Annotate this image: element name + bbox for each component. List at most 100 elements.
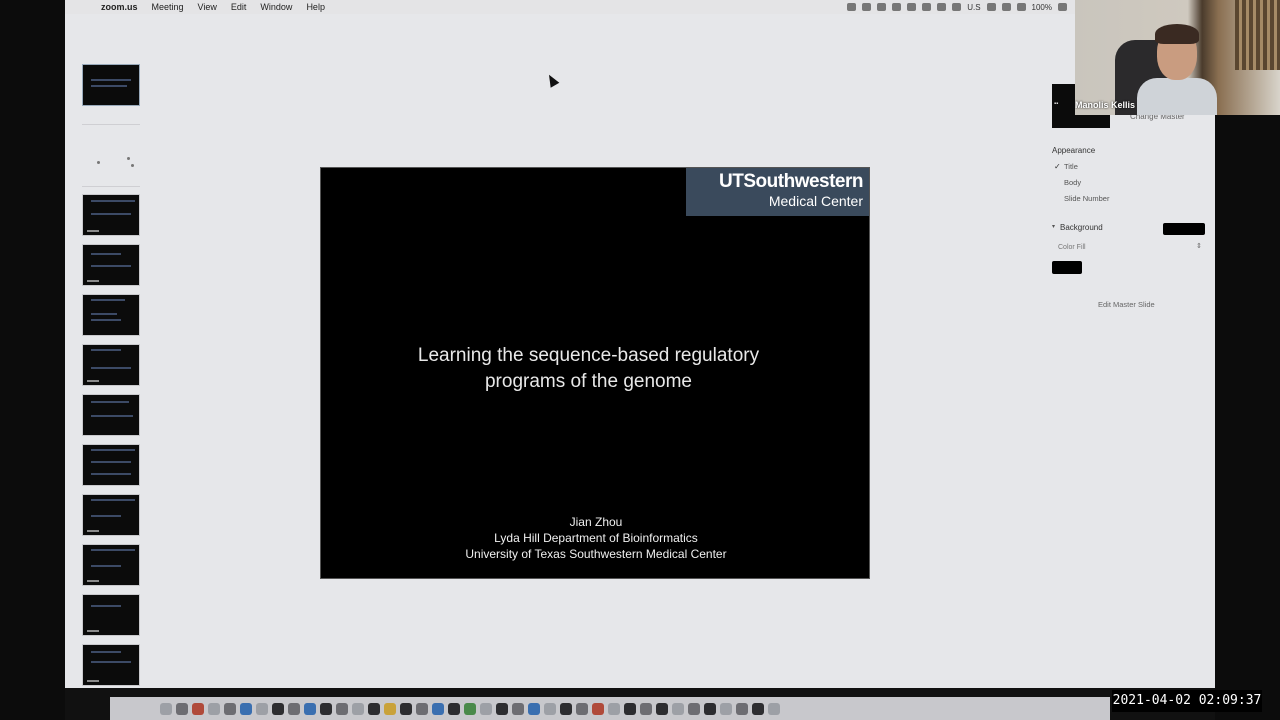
dock-app-icon[interactable] [448, 702, 460, 715]
dock-app-icon[interactable] [256, 702, 268, 715]
appearance-heading: Appearance [1052, 146, 1096, 155]
slide-thumbnail[interactable] [82, 444, 140, 486]
appearance-option-title[interactable]: Title [1064, 162, 1078, 171]
status-icon[interactable] [952, 3, 962, 11]
mouse-pointer-icon [544, 72, 560, 88]
dock-app-icon[interactable] [160, 702, 172, 715]
dock-app-icon[interactable] [640, 702, 652, 715]
bluetooth-icon[interactable] [937, 3, 947, 11]
dock-app-icon[interactable] [656, 702, 668, 715]
slide-thumbnail[interactable] [82, 594, 140, 636]
appearance-option-slide-number[interactable]: Slide Number [1064, 194, 1109, 203]
dock-app-icon[interactable] [544, 702, 556, 715]
dock-app-icon[interactable] [400, 702, 412, 715]
divider [82, 186, 140, 187]
menu-app-name[interactable]: zoom.us [101, 2, 138, 12]
dock-app-icon[interactable] [192, 702, 204, 715]
author-institution: University of Texas Southwestern Medical… [465, 547, 727, 561]
slide-thumbnail[interactable] [82, 344, 140, 386]
fill-type-select[interactable]: Color Fill [1058, 244, 1086, 251]
menu-window[interactable]: Window [260, 2, 292, 12]
slide-thumbnail[interactable] [82, 64, 140, 106]
dock-app-icon[interactable] [720, 702, 732, 715]
background-label: Background [1060, 223, 1103, 232]
dock-app-icon[interactable] [416, 702, 428, 715]
slide-thumbnail[interactable] [82, 644, 140, 686]
slide-thumbnail[interactable] [82, 544, 140, 586]
disclosure-triangle-icon[interactable]: ▾ [1052, 223, 1055, 230]
slide-thumbnail[interactable] [82, 294, 140, 336]
dock-app-icon[interactable] [608, 702, 620, 715]
wifi-icon[interactable] [986, 3, 996, 11]
video-person-shirt [1137, 78, 1217, 115]
dot [131, 164, 134, 167]
slide-thumbnail[interactable] [82, 244, 140, 286]
dock-app-icon[interactable] [560, 702, 572, 715]
dock-app-icon[interactable] [480, 702, 492, 715]
status-icon[interactable] [907, 3, 917, 11]
status-icon[interactable] [877, 3, 887, 11]
dock-app-icon[interactable] [336, 702, 348, 715]
edit-master-slide-button[interactable]: Edit Master Slide [1098, 300, 1155, 309]
input-source-label[interactable]: U.S [967, 3, 980, 12]
dock-app-icon[interactable] [432, 702, 444, 715]
airplay-icon[interactable] [1001, 3, 1011, 11]
left-dark-border [0, 0, 65, 720]
slide-navigator [65, 14, 155, 688]
dock-app-icon[interactable] [496, 702, 508, 715]
dock-app-icon[interactable] [304, 702, 316, 715]
dock-app-icon[interactable] [384, 702, 396, 715]
appearance-option-body[interactable]: Body [1064, 178, 1081, 187]
chevron-updown-icon[interactable]: ⇕ [1196, 242, 1202, 250]
status-icon[interactable] [892, 3, 902, 11]
dock-app-icon[interactable] [272, 702, 284, 715]
dock-app-icon[interactable] [704, 702, 716, 715]
dock-app-icon[interactable] [464, 702, 476, 715]
video-shelf [1235, 0, 1280, 70]
slide-canvas[interactable]: UTSouthwestern Medical Center Learning t… [320, 167, 870, 579]
fill-color-well[interactable] [1052, 261, 1082, 274]
status-icon[interactable] [922, 3, 932, 11]
dock-app-icon[interactable] [736, 702, 748, 715]
dock-app-icon[interactable] [176, 702, 188, 715]
dot [127, 157, 130, 160]
participant-video-tile[interactable]: Manolis Kellis [1075, 0, 1280, 115]
slide-author-block[interactable]: Jian Zhou Lyda Hill Department of Bioinf… [321, 514, 871, 562]
menu-meeting[interactable]: Meeting [152, 2, 184, 12]
author-department: Lyda Hill Department of Bioinformatics [494, 531, 698, 545]
dock-app-icon[interactable] [576, 702, 588, 715]
title-checkmark: ✓ [1054, 162, 1061, 171]
dock-app-icon[interactable] [208, 702, 220, 715]
dock-app-icon[interactable] [624, 702, 636, 715]
dock-app-icon[interactable] [320, 702, 332, 715]
volume-icon[interactable] [1016, 3, 1026, 11]
dock-app-icon[interactable] [768, 702, 780, 715]
status-icon[interactable] [847, 3, 857, 11]
slide-title[interactable]: Learning the sequence-based regulatory p… [321, 343, 856, 395]
author-name: Jian Zhou [569, 515, 623, 529]
dock-app-icon[interactable] [240, 702, 252, 715]
status-icon[interactable] [862, 3, 872, 11]
dock-app-icon[interactable] [224, 702, 236, 715]
slide-title-line: Learning the sequence-based regulatory [417, 345, 760, 366]
slide-thumbnail[interactable] [82, 494, 140, 536]
right-dark-border [1215, 115, 1280, 720]
dock-app-icon[interactable] [368, 702, 380, 715]
dock-app-icon[interactable] [288, 702, 300, 715]
dock-app-icon[interactable] [752, 702, 764, 715]
menu-help[interactable]: Help [306, 2, 325, 12]
recording-timestamp: 2021-04-02 02:09:37 [1112, 690, 1262, 712]
dock-app-icon[interactable] [592, 702, 604, 715]
dock-app-icon[interactable] [672, 702, 684, 715]
battery-percent[interactable]: 100% [1032, 3, 1052, 12]
menu-view[interactable]: View [198, 2, 217, 12]
slide-thumbnail[interactable] [82, 394, 140, 436]
battery-icon[interactable] [1058, 3, 1067, 11]
menu-edit[interactable]: Edit [231, 2, 247, 12]
dock-app-icon[interactable] [352, 702, 364, 715]
dock-app-icon[interactable] [512, 702, 524, 715]
dock-app-icon[interactable] [688, 702, 700, 715]
slide-thumbnail[interactable] [82, 194, 140, 236]
dock-app-icon[interactable] [528, 702, 540, 715]
background-color-well[interactable] [1163, 223, 1205, 235]
